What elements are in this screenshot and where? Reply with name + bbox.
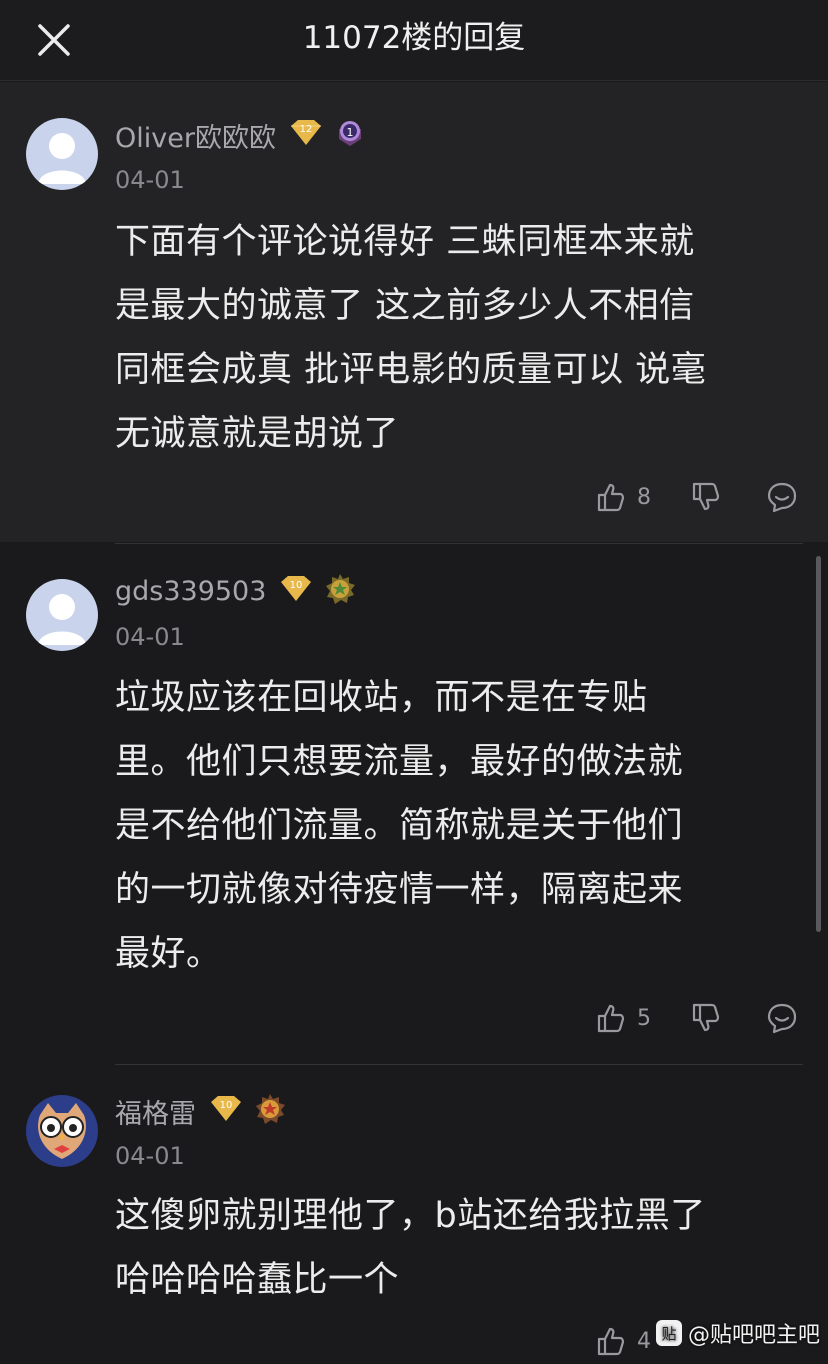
dislike-button[interactable] (690, 480, 724, 514)
content-line: 哈哈哈哈蠢比一个 (115, 1260, 400, 1300)
post-date: 04-01 (115, 623, 185, 651)
user-info: gds339503 10 (115, 571, 364, 611)
avatar[interactable] (26, 118, 98, 190)
like-count: 8 (637, 484, 651, 510)
post-date: 04-01 (115, 1142, 185, 1170)
level-number: 10 (290, 580, 303, 591)
user-info: 福格雷 10 (115, 1091, 294, 1131)
divider (115, 1064, 803, 1065)
like-button[interactable]: 4 (595, 1324, 651, 1358)
reply-item: gds339503 10 04-01 垃圾应该在回收站，而不是在专贴 里。他们只… (0, 543, 828, 1063)
top-bar: 11072楼的回复 (0, 0, 828, 81)
thumbs-up-icon (597, 483, 625, 512)
watermark-text: @贴吧吧主吧 (688, 1323, 821, 1348)
level-number: 10 (220, 1100, 233, 1111)
level-badge: 10 (206, 1094, 246, 1128)
reply-content: 下面有个评论说得好 三蛛同框本来就 是最大的诚意了 这之前多少人不相信 同框会成… (115, 210, 805, 466)
like-count: 4 (637, 1328, 651, 1354)
reply-content: 垃圾应该在回收站，而不是在专贴 里。他们只想要流量，最好的做法就 是不给他们流量… (115, 666, 805, 986)
avatar[interactable] (26, 579, 98, 651)
content-line: 里。他们只想要流量，最好的做法就 (115, 742, 684, 782)
dislike-button[interactable] (690, 1001, 724, 1035)
like-button[interactable]: 5 (595, 1001, 651, 1035)
reply-item: 福格雷 10 04-01 这傻卵就别理他了，b站还给我拉黑了 哈哈哈哈蠢比一个 … (0, 1064, 828, 1356)
content-line: 无诚意就是胡说了 (115, 414, 400, 454)
thumbs-down-icon (692, 1003, 720, 1032)
divider (115, 543, 803, 544)
content-line: 垃圾应该在回收站，而不是在专贴 (115, 678, 648, 718)
default-avatar-icon (26, 579, 98, 651)
medal-number: 1 (346, 126, 353, 139)
thumbs-down-icon (692, 482, 720, 511)
page-title: 11072楼的回复 (302, 20, 526, 56)
like-button[interactable]: 8 (595, 480, 651, 514)
content-line: 是不给他们流量。简称就是关于他们 (115, 806, 684, 846)
level-badge: 10 (276, 574, 316, 608)
scrollbar[interactable] (816, 556, 821, 932)
username[interactable]: gds339503 (115, 576, 266, 607)
content-line: 是最大的诚意了 这之前多少人不相信 (115, 286, 695, 326)
owl-avatar-icon (26, 1095, 98, 1167)
default-avatar-icon (26, 118, 98, 190)
avatar[interactable] (26, 1095, 98, 1167)
username[interactable]: Oliver欧欧欧 (115, 116, 276, 155)
member-medal-icon: 1 (334, 117, 366, 153)
post-date: 04-01 (115, 166, 185, 194)
star-medal-icon (324, 573, 356, 609)
comment-icon (767, 482, 797, 513)
action-bar: 5 (590, 1001, 810, 1041)
star-medal-icon (254, 1093, 286, 1129)
level-number: 12 (300, 124, 313, 135)
like-count: 5 (637, 1005, 651, 1031)
content-line: 下面有个评论说得好 三蛛同框本来就 (115, 222, 695, 262)
content-line: 同框会成真 批评电影的质量可以 说毫 (115, 350, 707, 390)
thumbs-up-icon (597, 1327, 625, 1356)
username[interactable]: 福格雷 (115, 1092, 196, 1131)
reply-content: 这傻卵就别理他了，b站还给我拉黑了 哈哈哈哈蠢比一个 (115, 1184, 805, 1312)
action-bar: 8 (590, 480, 810, 520)
reply-item: Oliver欧欧欧 12 1 04-01 下面有个评论说得好 三蛛同框本来就 是… (0, 82, 828, 542)
level-badge: 12 (286, 118, 326, 152)
thumbs-up-icon (597, 1004, 625, 1033)
reply-button[interactable] (765, 480, 799, 514)
content-line: 这傻卵就别理他了，b站还给我拉黑了 (115, 1196, 706, 1236)
user-info: Oliver欧欧欧 12 1 (115, 115, 374, 155)
content-line: 最好。 (115, 934, 222, 974)
comment-icon (767, 1003, 797, 1034)
content-line: 的一切就像对待疫情一样，隔离起来 (115, 870, 684, 910)
reply-button[interactable] (765, 1001, 799, 1035)
tieba-logo-icon: 贴 (656, 1320, 682, 1346)
watermark: 贴 @贴吧吧主吧 (656, 1318, 820, 1348)
